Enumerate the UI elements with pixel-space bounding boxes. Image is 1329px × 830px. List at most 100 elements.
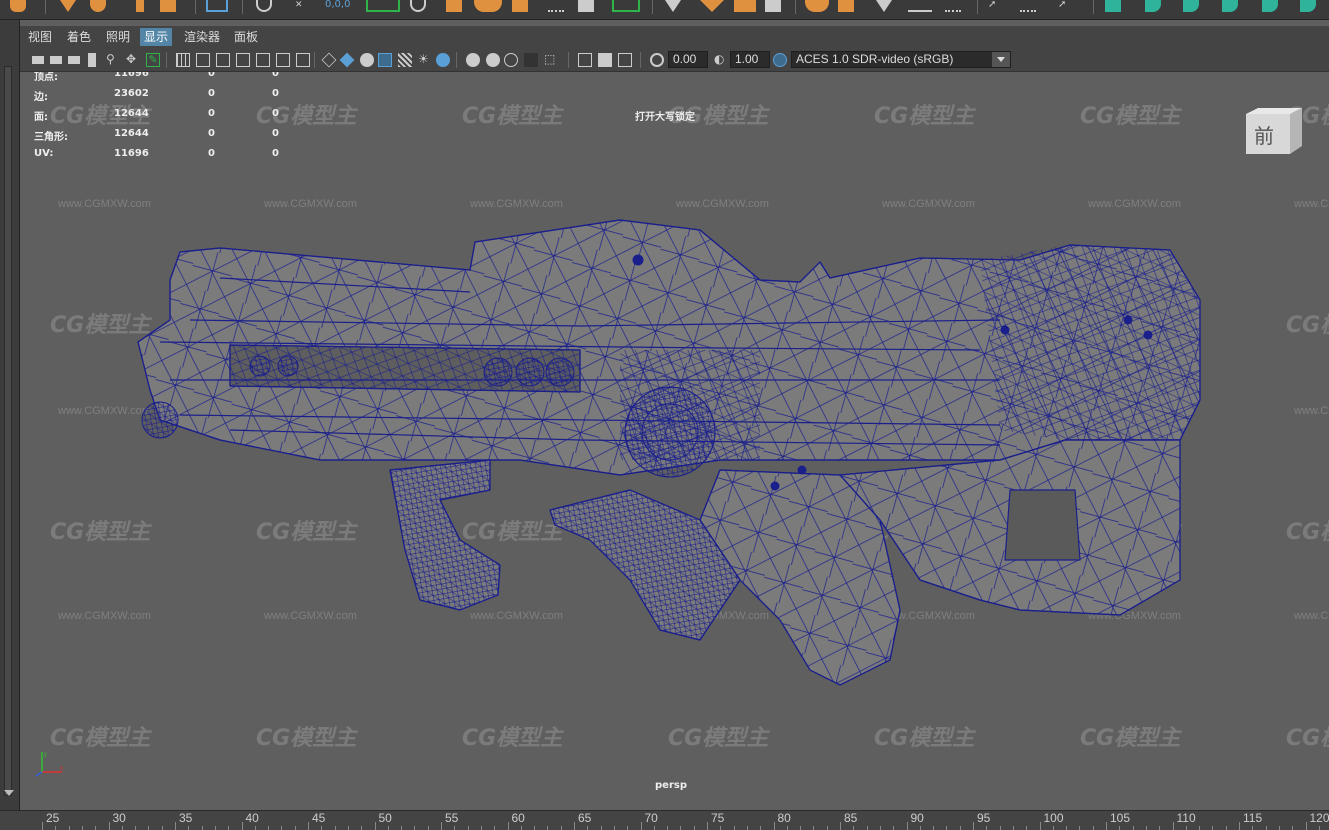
shelf-tool-icon[interactable]	[612, 0, 640, 12]
shelf-tool-icon[interactable]	[10, 0, 26, 12]
2d-pan-zoom-icon[interactable]: ⚲	[106, 53, 120, 67]
frame-tick	[1318, 826, 1320, 830]
camera-attributes-icon[interactable]	[50, 56, 62, 64]
xray-active-icon[interactable]	[618, 53, 632, 67]
motion-blur-icon[interactable]	[504, 53, 518, 67]
frame-tick	[1185, 826, 1187, 830]
shelf-tool-icon[interactable]	[446, 0, 462, 12]
select-camera-icon[interactable]	[32, 56, 44, 64]
shelf-tool-icon[interactable]	[136, 0, 144, 12]
shelf-tool-icon[interactable]	[908, 0, 932, 12]
xray-icon[interactable]	[398, 53, 412, 67]
shelf-tool-icon[interactable]	[1300, 0, 1316, 12]
depth-of-field-icon[interactable]: ⬚	[544, 53, 558, 67]
smooth-shade-icon[interactable]	[339, 52, 355, 68]
view-cube[interactable]: 前	[1246, 108, 1302, 154]
frame-tick	[707, 822, 708, 830]
shelf-tool-icon[interactable]	[1020, 0, 1036, 12]
gate-mask-icon[interactable]	[236, 53, 250, 67]
shadows-icon[interactable]	[466, 53, 480, 67]
shelf-tool-icon[interactable]	[1145, 0, 1161, 12]
shelf-tool-icon[interactable]	[700, 0, 724, 12]
shelf-tool-icon[interactable]: 0,0,0	[325, 0, 351, 12]
view-transform-dropdown[interactable]: ACES 1.0 SDR-video (sRGB)	[791, 51, 1011, 68]
hud-total: 12644	[114, 128, 149, 139]
shelf-tool-icon[interactable]	[474, 0, 502, 12]
hud-selected: 0	[208, 108, 215, 119]
shelf-tool-icon[interactable]	[734, 0, 756, 12]
shelf-tool-icon[interactable]	[366, 0, 400, 12]
wireframe-on-shaded-icon[interactable]	[378, 53, 392, 67]
menu-item[interactable]: 面板	[230, 28, 262, 46]
time-slider-ruler[interactable]: 25 30 35 40 45 50 55 60 65 70 75 80 85 90 95 100 105 110 1…	[0, 810, 1329, 830]
shelf-tool-icon[interactable]: ➚	[1058, 0, 1074, 12]
frame-tick	[414, 826, 416, 830]
image-plane-icon[interactable]	[88, 53, 96, 67]
film-gate-icon[interactable]	[196, 53, 210, 67]
exposure-field[interactable]: 0.00	[668, 51, 708, 68]
shelf-tool-icon[interactable]: ✕	[295, 0, 305, 12]
menu-item[interactable]: 着色	[63, 28, 95, 46]
shelf-tool-icon[interactable]	[1222, 0, 1238, 12]
bookmark-icon[interactable]	[68, 56, 80, 64]
color-management-icon[interactable]	[773, 53, 787, 67]
safe-action-icon[interactable]	[276, 53, 290, 67]
toolbar-separator	[314, 52, 315, 68]
shelf-tool-icon[interactable]	[160, 0, 176, 12]
shelf-tool-icon[interactable]	[1262, 0, 1278, 12]
default-material-icon[interactable]	[360, 53, 374, 67]
shelf-tool-icon[interactable]	[765, 0, 781, 12]
grid-icon[interactable]	[176, 53, 190, 67]
shelf-tool-icon[interactable]	[876, 0, 892, 12]
menu-item[interactable]: 渲染器	[180, 28, 224, 46]
menu-item[interactable]: 显示	[140, 28, 173, 46]
shelf-tool-icon[interactable]	[838, 0, 854, 12]
shelf-tool-icon[interactable]	[512, 0, 528, 12]
xray-joints-icon[interactable]	[598, 53, 612, 67]
anti-aliasing-icon[interactable]	[524, 53, 538, 67]
shelf-tool-icon[interactable]	[665, 0, 681, 12]
frame-tick	[135, 826, 137, 830]
scroll-grip[interactable]	[4, 66, 12, 796]
grease-pencil-icon[interactable]: ✥	[126, 53, 140, 67]
screen-space-ao-icon[interactable]	[486, 53, 500, 67]
axis-gizmo-icon: x y	[35, 752, 63, 777]
exposure-icon[interactable]	[650, 53, 664, 67]
lighting-icon[interactable]: ☀	[418, 53, 432, 67]
shelf-tool-icon[interactable]	[256, 0, 272, 12]
textured-icon[interactable]	[436, 53, 450, 67]
scroll-down-arrow-icon[interactable]	[4, 790, 14, 796]
panel-toolbar: ⚲ ✥ ✎ ☀ ⬚ 0.00 ◐ 1.00 ACES 1.0 SDR-video…	[20, 48, 1329, 72]
menu-item[interactable]: 照明	[102, 28, 134, 46]
gamma-icon[interactable]: ◐	[714, 53, 728, 67]
hud-row: 面: 12644 0 0	[34, 108, 294, 123]
shelf-tool-icon[interactable]	[60, 0, 76, 12]
shelf-tool-icon[interactable]	[578, 0, 594, 12]
safe-title-icon[interactable]	[296, 53, 310, 67]
shelf-separator	[45, 0, 46, 14]
hud-label: 面:	[34, 112, 48, 123]
persp-viewport[interactable]: CG模型主CG模型主CG模型主CG模型主CG模型主CG模型主CG模型主CG模型主…	[20, 20, 1329, 810]
wireframe-icon[interactable]	[321, 52, 337, 68]
frame-tick	[879, 826, 881, 830]
frame-tick	[214, 826, 216, 830]
shelf-tool-icon[interactable]	[90, 0, 106, 12]
shelf-tool-icon[interactable]	[1105, 0, 1121, 12]
frame-tick-label: 25	[46, 811, 60, 825]
shelf-tool-icon[interactable]	[1183, 0, 1199, 12]
resolution-gate-icon[interactable]	[216, 53, 230, 67]
gamma-field[interactable]: 1.00	[730, 51, 770, 68]
frame-tick	[1199, 826, 1201, 830]
isolate-select-icon[interactable]	[578, 53, 592, 67]
field-chart-icon[interactable]	[256, 53, 270, 67]
frame-tick-label: 85	[844, 811, 858, 825]
shelf-tool-icon[interactable]	[410, 0, 426, 12]
shelf-tool-icon[interactable]	[206, 0, 228, 12]
menu-item[interactable]: 视图	[24, 28, 56, 46]
shelf-tool-icon[interactable]	[548, 0, 564, 12]
shelf-tool-icon[interactable]	[805, 0, 829, 12]
shelf-tool-icon[interactable]	[945, 0, 961, 12]
chevron-down-icon[interactable]	[992, 52, 1010, 67]
pencil-icon[interactable]: ✎	[146, 53, 160, 67]
shelf-tool-icon[interactable]: ➚	[988, 0, 1004, 12]
